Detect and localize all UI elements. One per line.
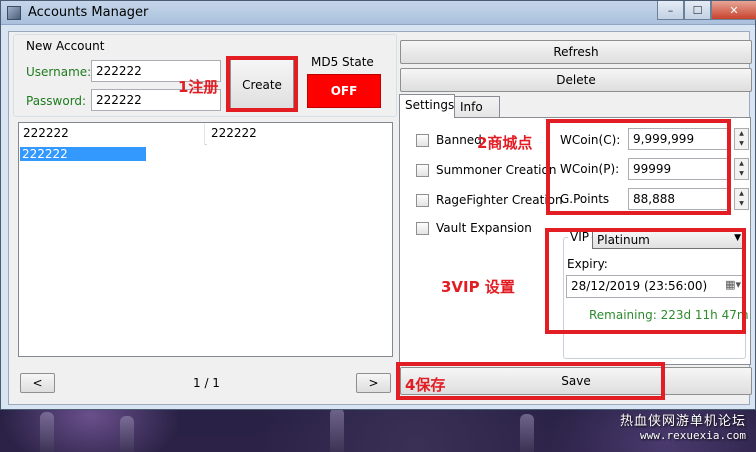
tab-info[interactable]: Info — [454, 96, 500, 118]
vip-highlight-box — [545, 228, 746, 334]
background-pillar — [40, 412, 54, 452]
wcoin-c-spinner[interactable]: ▲ ▼ — [734, 128, 749, 150]
vault-expansion-checkbox[interactable] — [416, 222, 429, 235]
background-pillar — [120, 416, 134, 452]
watermark-line2: www.rexuexia.com — [640, 429, 746, 442]
summoner-creation-label: Summoner Creation — [436, 163, 557, 177]
banned-label: Banned — [436, 133, 482, 147]
summoner-creation-checkbox[interactable] — [416, 164, 429, 177]
app-icon — [7, 6, 21, 20]
forum-watermark: 热血侠网游单机论坛 www.rexuexia.com — [620, 410, 746, 442]
new-account-group-label: New Account — [26, 39, 105, 53]
wcoin-p-spinner[interactable]: ▲ ▼ — [734, 158, 749, 180]
maximize-button[interactable]: ☐ — [684, 1, 711, 20]
shop-points-highlight-box — [546, 119, 731, 215]
prev-page-button[interactable]: < — [20, 373, 55, 393]
password-label: Password: — [26, 94, 87, 108]
spin-up-icon[interactable]: ▲ — [735, 129, 748, 139]
vault-expansion-label: Vault Expansion — [436, 221, 532, 235]
search-row: 222222 222222 — [19, 123, 392, 145]
tab-settings[interactable]: Settings — [399, 94, 455, 118]
ragefighter-creation-label: RageFighter Creation — [436, 193, 563, 207]
search-password-field[interactable]: 222222 — [207, 123, 392, 145]
annotation-shop: 2商城点 — [477, 134, 533, 152]
ragefighter-creation-checkbox[interactable] — [416, 194, 429, 207]
delete-button[interactable]: Delete — [400, 68, 752, 92]
md5-state-toggle[interactable]: OFF — [307, 74, 381, 108]
title-bar[interactable]: Accounts Manager – ☐ ✕ — [1, 1, 756, 25]
window-title: Accounts Manager — [28, 5, 149, 20]
md5-state-label: MD5 State — [311, 55, 374, 69]
list-item[interactable]: 222222 — [20, 147, 146, 161]
annotation-vip: 3VIP 设置 — [441, 278, 515, 296]
page-indicator: 1 / 1 — [193, 376, 220, 390]
next-page-button[interactable]: > — [356, 373, 391, 393]
create-highlight-box — [226, 56, 298, 112]
username-label: Username: — [26, 65, 92, 79]
gpoints-spinner[interactable]: ▲ ▼ — [734, 188, 749, 210]
banned-checkbox[interactable] — [416, 134, 429, 147]
spin-down-icon[interactable]: ▼ — [735, 199, 748, 209]
accounts-list: 222222 222222 222222 — [18, 122, 393, 357]
close-button[interactable]: ✕ — [711, 1, 756, 20]
watermark-line1: 热血侠网游单机论坛 — [619, 414, 746, 429]
minimize-button[interactable]: – — [657, 1, 684, 20]
annotation-save: 4保存 — [405, 376, 446, 394]
client-area: New Account Username: 222222 Password: 2… — [8, 31, 752, 405]
spin-down-icon[interactable]: ▼ — [735, 169, 748, 179]
window-controls: – ☐ ✕ — [657, 1, 756, 20]
annotation-create: 1注册 — [178, 78, 219, 96]
spin-up-icon[interactable]: ▲ — [735, 189, 748, 199]
refresh-button[interactable]: Refresh — [400, 40, 752, 64]
background-pillar — [330, 408, 344, 452]
spin-up-icon[interactable]: ▲ — [735, 159, 748, 169]
search-username-field[interactable]: 222222 — [19, 123, 205, 145]
spin-down-icon[interactable]: ▼ — [735, 139, 748, 149]
background-pillar — [520, 414, 534, 452]
